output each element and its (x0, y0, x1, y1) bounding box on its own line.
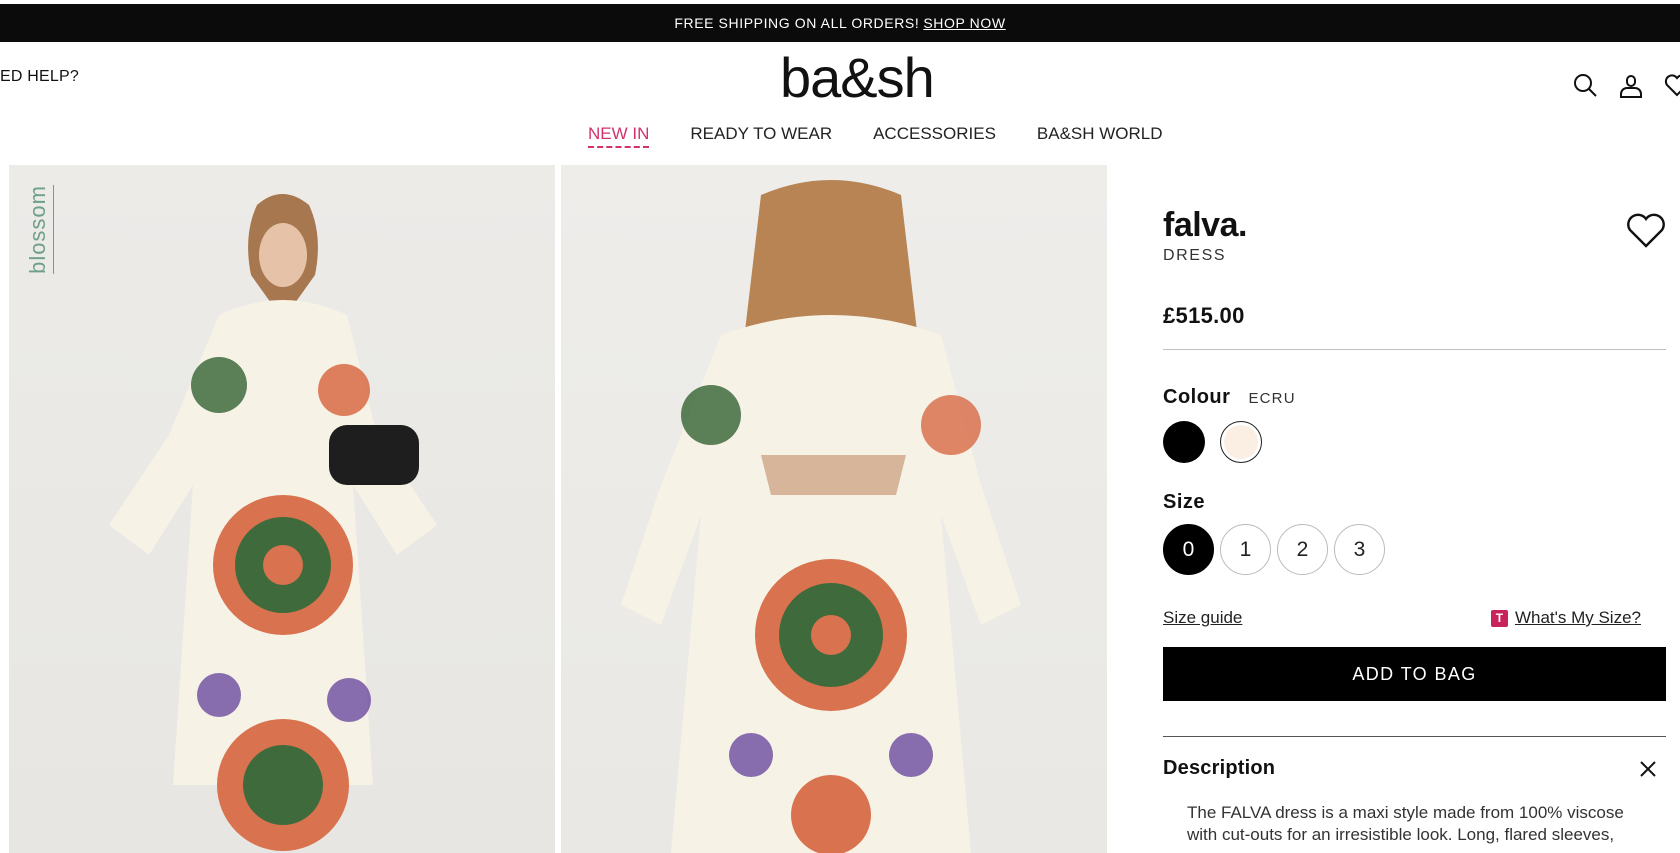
search-icon[interactable] (1572, 72, 1598, 98)
swatch-ecru[interactable] (1220, 421, 1262, 463)
product-price: £515.00 (1163, 303, 1245, 328)
blossom-badge: blossom (25, 185, 54, 274)
header-icons (1572, 72, 1680, 98)
need-help-link[interactable]: ED HELP? (0, 68, 79, 86)
add-to-wishlist-heart-icon[interactable] (1626, 213, 1666, 249)
wishlist-icon[interactable] (1664, 72, 1680, 98)
colour-label: Colour (1163, 386, 1231, 408)
brand-logo[interactable]: ba&sh (780, 48, 935, 108)
promo-text: FREE SHIPPING ON ALL ORDERS! (674, 15, 920, 31)
account-icon[interactable] (1618, 72, 1644, 98)
whats-my-size-link[interactable]: What's My Size? (1515, 608, 1641, 628)
main-nav: NEW IN READY TO WEAR ACCESSORIES BA&SH W… (588, 124, 1163, 148)
close-icon[interactable] (1638, 759, 1658, 779)
product-gallery: blossom (9, 165, 1107, 853)
whats-my-size: T What's My Size? (1490, 608, 1666, 628)
divider (1163, 736, 1666, 737)
description-label: Description (1163, 757, 1276, 779)
colour-row: Colour ECRU (1163, 386, 1666, 409)
size-option-0[interactable]: 0 (1163, 524, 1214, 575)
add-to-bag-button[interactable]: ADD TO BAG (1163, 647, 1666, 701)
size-help-row: Size guide T What's My Size? (1163, 608, 1666, 628)
size-option-2[interactable]: 2 (1277, 524, 1328, 575)
size-guide-link[interactable]: Size guide (1163, 608, 1242, 628)
divider (1163, 349, 1666, 350)
dress-front-illustration (109, 194, 437, 851)
product-panel: falva. DRESS £515.00 Colour ECRU Size 0 … (1163, 205, 1666, 846)
size-option-1[interactable]: 1 (1220, 524, 1271, 575)
description-header[interactable]: Description (1163, 757, 1666, 780)
true-fit-logo-icon: T (1490, 609, 1508, 627)
colour-value: ECRU (1248, 390, 1296, 407)
promo-bar: FREE SHIPPING ON ALL ORDERS! SHOP NOW (0, 4, 1680, 42)
description-line: with cut-outs for an irresistible look. … (1187, 825, 1615, 844)
shop-now-link[interactable]: SHOP NOW (923, 15, 1005, 31)
size-label: Size (1163, 491, 1206, 513)
dress-back-illustration (621, 180, 1021, 853)
nav-accessories[interactable]: ACCESSORIES (873, 124, 996, 148)
description-line: The FALVA dress is a maxi style made fro… (1187, 803, 1624, 822)
swatch-black[interactable] (1163, 421, 1205, 463)
description-text: The FALVA dress is a maxi style made fro… (1163, 802, 1633, 846)
nav-ready-to-wear[interactable]: READY TO WEAR (690, 124, 832, 148)
product-name: falva. (1163, 206, 1247, 244)
size-option-3[interactable]: 3 (1334, 524, 1385, 575)
product-type: DRESS (1163, 247, 1227, 264)
product-photo-front[interactable]: blossom (9, 165, 555, 853)
colour-swatches (1163, 421, 1666, 463)
nav-bash-world[interactable]: BA&SH WORLD (1037, 124, 1163, 148)
nav-new-in[interactable]: NEW IN (588, 124, 650, 148)
product-photo-back[interactable] (561, 165, 1107, 853)
size-selector: 0 1 2 3 (1163, 524, 1666, 575)
